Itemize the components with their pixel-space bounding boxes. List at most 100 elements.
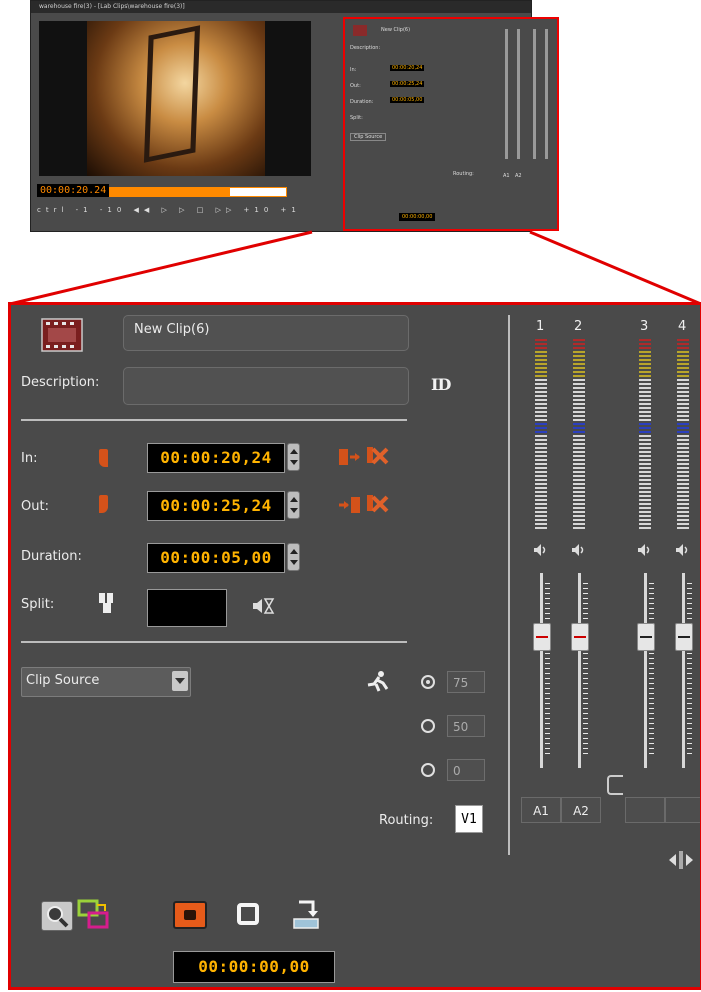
split-icon[interactable] <box>97 591 117 619</box>
set-out-icon[interactable] <box>339 495 361 521</box>
meter-segment <box>573 499 585 501</box>
link-bracket-icon[interactable] <box>607 775 623 795</box>
meter-segment <box>573 467 585 469</box>
thumbnail-scrub-bar[interactable] <box>109 187 287 197</box>
meter-segment <box>573 483 585 485</box>
chevron-down-icon[interactable] <box>172 671 188 691</box>
meter-segment <box>573 399 585 401</box>
clip-name-field[interactable]: New Clip(6) <box>123 315 409 351</box>
insert-to-timeline-icon[interactable] <box>291 899 321 935</box>
id-button[interactable]: ID <box>431 375 451 394</box>
in-marker-icon[interactable] <box>99 449 108 467</box>
clear-in-icon[interactable] <box>367 445 389 471</box>
in-timecode-field[interactable]: 00:00:20,24 <box>147 443 285 473</box>
meter-segment <box>639 347 651 349</box>
out-marker-icon[interactable] <box>99 495 108 513</box>
meter-segment <box>535 439 547 441</box>
meter-segment <box>677 455 689 457</box>
meter-segment <box>639 511 651 513</box>
radio-50[interactable] <box>421 719 435 733</box>
record-icon[interactable] <box>173 901 207 929</box>
meter-segment <box>573 339 585 341</box>
set-in-icon[interactable] <box>339 447 361 473</box>
duration-timecode-field[interactable]: 00:00:05,00 <box>147 543 285 573</box>
thumbnail-title-bar: warehouse fire(3) - [Lab Clips\warehouse… <box>31 1 531 13</box>
channel-1-speaker-icon[interactable] <box>532 542 550 561</box>
meter-segment <box>639 351 651 353</box>
meter-segment <box>535 343 547 345</box>
running-man-icon[interactable] <box>365 671 391 697</box>
meter-segment <box>535 499 547 501</box>
split-field[interactable] <box>147 589 227 627</box>
search-icon[interactable] <box>41 901 73 931</box>
channel-4-speaker-icon[interactable] <box>674 542 692 561</box>
meter-segment <box>573 343 585 345</box>
meter-segment <box>535 495 547 497</box>
meter-segment <box>535 379 547 381</box>
thumbnail-transport-controls[interactable]: ctrl -1 -10 ◀◀ ▷ ▷ □ ▷▷ +10 +1 <box>37 206 337 220</box>
meter-segment <box>677 351 689 353</box>
route-cell-a2[interactable]: A2 <box>561 797 601 823</box>
copy-to-bin-icon[interactable] <box>77 899 111 935</box>
meter-segment <box>677 443 689 445</box>
meter-segment <box>573 523 585 525</box>
route-cell-a1[interactable]: A1 <box>521 797 561 823</box>
meter-segment <box>639 467 651 469</box>
meter-segment <box>573 419 585 421</box>
meter-segment <box>639 371 651 373</box>
meter-segment <box>677 475 689 477</box>
meter-segment <box>639 443 651 445</box>
meter-segment <box>677 347 689 349</box>
mixer-divider <box>508 315 510 855</box>
meter-segment <box>677 427 689 429</box>
channel-2-fader-knob[interactable] <box>571 623 589 651</box>
meter-segment <box>677 467 689 469</box>
clear-out-icon[interactable] <box>367 493 389 519</box>
split-audio-icon[interactable] <box>251 597 275 619</box>
radio-0[interactable] <box>421 763 435 777</box>
meter-segment <box>639 515 651 517</box>
footer-timecode-field[interactable]: 00:00:00,00 <box>173 951 335 983</box>
channel-3-meter <box>639 339 651 529</box>
meter-segment <box>677 383 689 385</box>
meter-segment <box>677 511 689 513</box>
route-cell-3[interactable] <box>625 797 665 823</box>
clip-source-dropdown[interactable]: Clip Source <box>21 667 191 697</box>
meter-segment <box>639 367 651 369</box>
radio-75[interactable] <box>421 675 435 689</box>
channel-1-fader-knob[interactable] <box>533 623 551 651</box>
shortcut-label: ctrl <box>37 206 69 214</box>
meter-segment <box>677 399 689 401</box>
mini-routing-label: Routing: <box>453 171 474 177</box>
meter-segment <box>677 407 689 409</box>
meter-segment <box>639 343 651 345</box>
meter-segment <box>535 455 547 457</box>
channel-3-fader-knob[interactable] <box>637 623 655 651</box>
description-field[interactable] <box>123 367 409 405</box>
radio-75-value: 75 <box>447 671 485 693</box>
meter-segment <box>573 471 585 473</box>
meter-segment <box>639 391 651 393</box>
radio-0-value: 0 <box>447 759 485 781</box>
channel-1-fader-track <box>540 573 543 768</box>
channel-4-fader-knob[interactable] <box>675 623 693 651</box>
channel-3-speaker-icon[interactable] <box>636 542 654 561</box>
meter-segment <box>573 495 585 497</box>
mini-a2: A2 <box>515 173 522 179</box>
meter-segment <box>677 363 689 365</box>
out-timecode-field[interactable]: 00:00:25,24 <box>147 491 285 521</box>
transport-buttons[interactable]: -1 -10 ◀◀ ▷ ▷ □ ▷▷ +10 +1 <box>76 206 301 214</box>
mini-source-dropdown[interactable]: Clip Source <box>350 133 387 141</box>
in-spinner[interactable] <box>287 443 300 471</box>
channel-2-speaker-icon[interactable] <box>570 542 588 561</box>
mini-description-label: Description: <box>350 45 381 51</box>
duration-spinner[interactable] <box>287 543 300 571</box>
stop-icon[interactable] <box>237 903 259 925</box>
meter-segment <box>639 439 651 441</box>
out-spinner[interactable] <box>287 491 300 519</box>
route-cell-4[interactable] <box>665 797 700 823</box>
meter-segment <box>535 339 547 341</box>
meter-segment <box>677 439 689 441</box>
routing-field[interactable]: V1 <box>455 805 483 833</box>
move-arrows-icon[interactable] <box>667 849 695 875</box>
